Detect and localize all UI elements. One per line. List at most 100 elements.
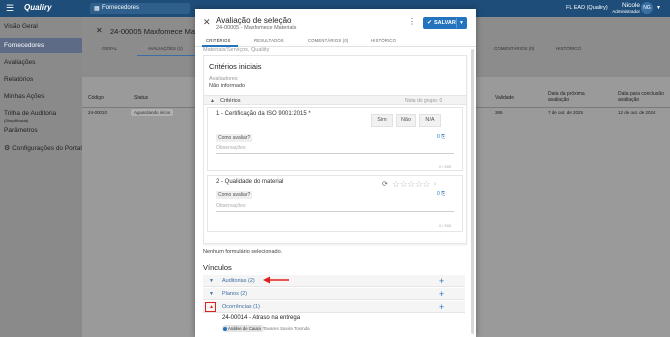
chevron-down-icon[interactable]: ▼ <box>209 291 214 297</box>
status-dot-icon <box>223 326 227 331</box>
user-info[interactable]: Nicole Administrador <box>607 2 640 14</box>
sidebar-item-label: Trilha de Auditoria <box>4 110 57 117</box>
star-icon[interactable]: ☆ <box>407 179 415 189</box>
links-row-label: Auditorias (2) <box>222 278 255 284</box>
table-cell: 12 de out. de 2024 <box>618 110 656 115</box>
observations-input[interactable]: Observações <box>216 203 454 212</box>
dialog-title: Avaliação de seleção <box>216 16 292 25</box>
column-header[interactable]: Data para conclusão avaliação <box>618 91 668 103</box>
close-icon[interactable]: ✕ <box>96 26 103 35</box>
option-na-button[interactable]: N/A <box>419 114 441 127</box>
close-icon[interactable]: ✕ <box>203 18 211 27</box>
tab-geral[interactable]: GERAL <box>102 46 117 51</box>
check-icon: ✔ <box>427 20 433 26</box>
sidebar-item-label: Fornecedores <box>4 42 45 49</box>
link-icon: ⎘ <box>441 191 446 197</box>
tab-avaliacoes[interactable]: AVALIAÇÕES (1) <box>148 46 183 51</box>
links-row-label: Ocorrências (1) <box>222 304 260 310</box>
tab-comentarios[interactable]: COMENTÁRIOS (0) <box>494 46 534 51</box>
option-nao-button[interactable]: Não <box>396 114 416 127</box>
sidebar-item-label: Minhas Ações <box>4 93 45 100</box>
gear-icon: ⚙ <box>4 145 11 152</box>
chevron-down-icon[interactable]: ▼ <box>656 5 661 11</box>
criteria-group-header[interactable]: ▲ Critérios Nota do grupo: 0 <box>204 95 466 105</box>
add-icon[interactable]: + <box>439 275 444 287</box>
module-selector-label: Fornecedores <box>102 5 140 11</box>
chevron-up-icon[interactable]: ▲ <box>209 304 214 310</box>
rating-value: 0 <box>434 181 437 186</box>
more-options-icon[interactable]: ⋮ <box>408 18 416 26</box>
tab-criterios[interactable]: CRITÉRIOS <box>206 38 231 43</box>
links-row-planos[interactable]: ▼ Planos (2) + <box>203 288 465 300</box>
attachment-link[interactable]: 0 ⎘ <box>437 134 445 140</box>
star-icon[interactable]: ☆ <box>392 179 400 189</box>
star-icon[interactable]: ☆ <box>422 179 430 189</box>
char-counter: 0 / 500 <box>439 223 452 228</box>
tab-historico[interactable]: HISTÓRICO <box>556 46 581 51</box>
criteria-group-label: Critérios <box>220 98 241 104</box>
group-grade: Nota do grupo: 0 <box>405 98 443 104</box>
occurrence-person: Tavares Savira Tosmda <box>263 326 310 331</box>
add-icon[interactable]: + <box>439 301 444 313</box>
sidebar-item-label: Configurações do Portal <box>12 145 82 152</box>
avatar[interactable]: NG <box>641 2 653 14</box>
occurrence-title[interactable]: 24-00014 - Atraso na entrega <box>222 315 300 321</box>
attachment-count: 0 <box>437 134 440 140</box>
scrollbar[interactable] <box>471 49 474 334</box>
attachment-count: 0 <box>437 191 440 197</box>
chevron-down-icon[interactable]: ▼ <box>459 20 464 26</box>
add-icon[interactable]: + <box>439 288 444 300</box>
column-header[interactable]: Código <box>88 95 104 101</box>
question-title: 2 - Qualidade do material <box>216 179 284 185</box>
char-counter: 0 / 500 <box>439 164 452 169</box>
red-arrow-annotation <box>263 276 289 284</box>
tab-historico[interactable]: HISTÓRICO <box>371 38 396 43</box>
sidebar-item-label: Visão Geral <box>4 23 38 30</box>
tab-resultados[interactable]: RESULTADOS <box>254 38 284 43</box>
card-title: Critérios iniciais <box>209 62 262 71</box>
sidebar: Visão Geral Fornecedores Avaliações Rela… <box>0 17 82 337</box>
dialog-subtitle: 24-00005 - Maxfomece Materials <box>216 25 297 31</box>
sidebar-item-parametros[interactable]: Parâmetros <box>0 123 82 138</box>
sidebar-item-label: Avaliações <box>4 59 36 66</box>
links-section-title: Vínculos <box>203 263 232 272</box>
column-header[interactable]: Status <box>134 95 148 101</box>
sidebar-item-relatorios[interactable]: Relatórios <box>0 72 82 87</box>
evaluators-value: Não informado <box>209 83 246 89</box>
dialog-tabs: CRITÉRIOS RESULTADOS COMENTÁRIOS (0) HIS… <box>195 35 476 47</box>
chevron-down-icon[interactable]: ▼ <box>209 278 214 284</box>
option-sim-button[interactable]: Sim <box>371 114 393 127</box>
status-badge: Aguardando início <box>131 109 174 116</box>
sidebar-item-visao-geral[interactable]: Visão Geral <box>0 19 82 34</box>
save-button-label: SALVAR <box>434 20 456 26</box>
sidebar-item-minhas-acoes[interactable]: Minhas Ações <box>0 89 82 104</box>
links-row-label: Planos (2) <box>222 291 248 297</box>
active-tab-indicator <box>137 55 199 56</box>
occurrence-status-chip: Análise de Causa <box>222 325 264 332</box>
user-name: Nicole <box>621 2 640 9</box>
attachment-link[interactable]: 0 ⎘ <box>437 191 445 197</box>
sidebar-item-fornecedores[interactable]: Fornecedores <box>0 38 82 53</box>
how-to-evaluate-button[interactable]: Como avaliar? <box>216 134 253 142</box>
chevron-up-icon: ▲ <box>210 98 215 104</box>
save-button[interactable]: ✔ SALVAR ▼ <box>423 17 467 29</box>
module-selector[interactable]: ▦ Fornecedores <box>90 3 190 14</box>
sidebar-item-avaliacoes[interactable]: Avaliações <box>0 55 82 70</box>
reset-icon[interactable]: ⟳ <box>382 180 388 188</box>
star-rating[interactable]: ☆☆☆☆☆ <box>392 179 430 190</box>
tenant-label: FL EAD (Qualiry) <box>566 5 608 11</box>
table-cell: 7 de out. de 2025 <box>548 110 584 115</box>
question-title: 1 - Certificação da ISO 9001:2015 * <box>216 111 311 117</box>
sidebar-item-trilha-auditoria[interactable]: Trilha de Auditoria (Simplificada) <box>0 106 82 123</box>
links-row-ocorrencias[interactable]: ▲ Ocorrências (1) + <box>203 301 465 313</box>
hamburger-icon[interactable]: ☰ <box>6 4 14 13</box>
column-header[interactable]: Validade <box>495 95 514 101</box>
observations-input[interactable]: Observações <box>216 145 454 154</box>
question-card: 2 - Qualidade do material ⟳ ☆☆☆☆☆ 0 Como… <box>207 175 463 232</box>
links-row-auditorias[interactable]: ▼ Auditorias (2) + <box>203 275 465 287</box>
column-header[interactable]: Data da próxima avaliação <box>548 91 598 103</box>
sidebar-item-configuracoes[interactable]: ⚙ Configurações do Portal <box>0 140 82 155</box>
tab-comentarios[interactable]: COMENTÁRIOS (0) <box>308 38 348 43</box>
how-to-evaluate-button[interactable]: Como avaliar? <box>216 191 253 199</box>
app-logo: Qualiry <box>24 3 52 12</box>
